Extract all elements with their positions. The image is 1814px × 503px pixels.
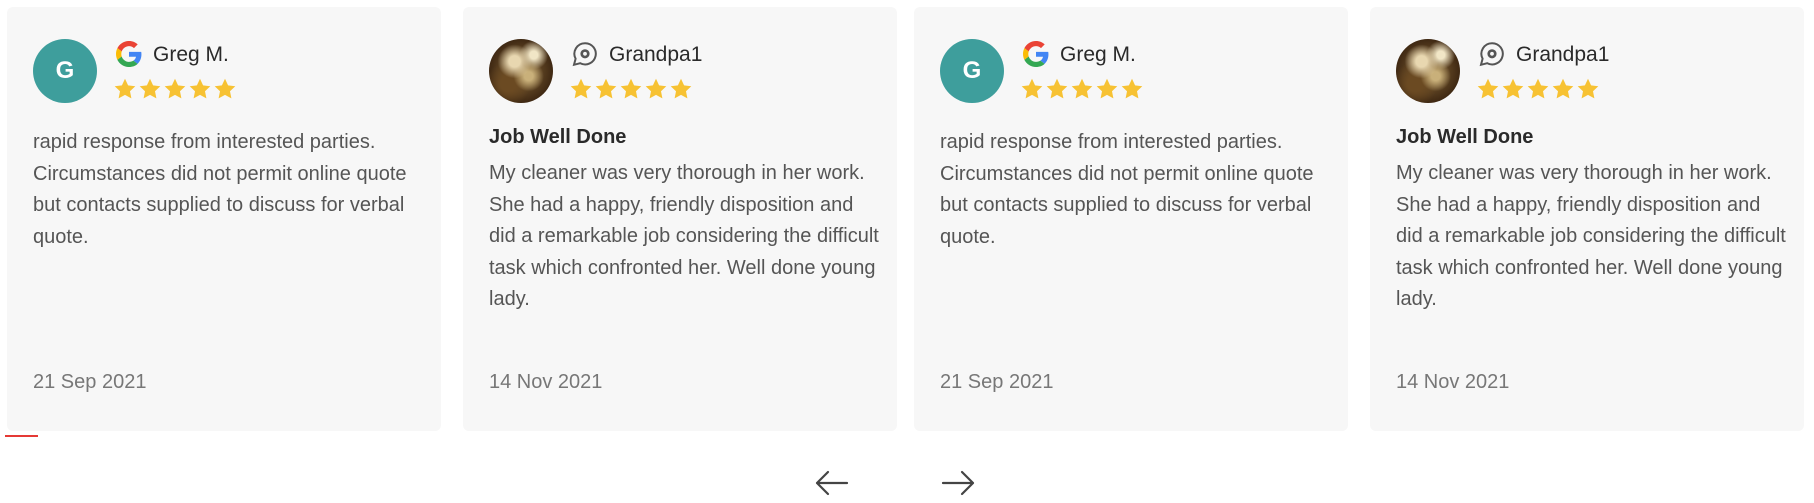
chat-bubble-icon bbox=[1479, 41, 1505, 67]
star-rating bbox=[1476, 77, 1600, 103]
review-title: Job Well Done bbox=[489, 126, 627, 148]
review-text: rapid response from interested parties. … bbox=[33, 131, 407, 248]
review-text: rapid response from interested parties. … bbox=[940, 131, 1314, 248]
star-rating bbox=[113, 77, 237, 103]
google-icon bbox=[116, 41, 142, 67]
star-icon bbox=[1501, 77, 1525, 101]
star-icon bbox=[1045, 77, 1069, 101]
chat-bubble-icon bbox=[572, 41, 598, 67]
review-text: My cleaner was very thorough in her work… bbox=[489, 162, 879, 311]
star-icon bbox=[1070, 77, 1094, 101]
reviewer-name: Grandpa1 bbox=[609, 43, 703, 66]
review-date: 14 Nov 2021 bbox=[489, 371, 603, 393]
review-date: 21 Sep 2021 bbox=[33, 371, 147, 393]
star-icon bbox=[644, 77, 668, 101]
arrow-right-icon bbox=[941, 470, 975, 496]
star-icon bbox=[1476, 77, 1500, 101]
review-card: Grandpa1 Job Well Done My cleaner was ve… bbox=[463, 7, 897, 431]
star-icon bbox=[1576, 77, 1600, 101]
previous-button[interactable] bbox=[810, 466, 852, 500]
review-date: 21 Sep 2021 bbox=[940, 371, 1054, 393]
carousel-progress-indicator bbox=[5, 435, 38, 437]
star-icon bbox=[1551, 77, 1575, 101]
review-text: My cleaner was very thorough in her work… bbox=[1396, 162, 1786, 311]
reviewer-name: Greg M. bbox=[1060, 43, 1136, 66]
star-rating bbox=[569, 77, 693, 103]
arrow-left-icon bbox=[815, 470, 849, 496]
star-icon bbox=[138, 77, 162, 101]
avatar: G bbox=[940, 39, 1004, 103]
star-icon bbox=[1120, 77, 1144, 101]
star-icon bbox=[594, 77, 618, 101]
review-card: G Greg M. rapid response from interested… bbox=[914, 7, 1348, 431]
star-icon bbox=[113, 77, 137, 101]
star-icon bbox=[1020, 77, 1044, 101]
review-card: G Greg M. rapid response from interested… bbox=[7, 7, 441, 431]
star-icon bbox=[669, 77, 693, 101]
reviewer-name: Greg M. bbox=[153, 43, 229, 66]
reviews-carousel[interactable]: G Greg M. rapid response from interested… bbox=[0, 0, 1814, 503]
star-icon bbox=[569, 77, 593, 101]
review-title: Job Well Done bbox=[1396, 126, 1534, 148]
star-icon bbox=[188, 77, 212, 101]
star-rating bbox=[1020, 77, 1144, 103]
star-icon bbox=[1526, 77, 1550, 101]
avatar bbox=[489, 39, 553, 103]
avatar bbox=[1396, 39, 1460, 103]
star-icon bbox=[1095, 77, 1119, 101]
google-icon bbox=[1023, 41, 1049, 67]
review-card: Grandpa1 Job Well Done My cleaner was ve… bbox=[1370, 7, 1804, 431]
star-icon bbox=[619, 77, 643, 101]
next-button[interactable] bbox=[938, 466, 980, 500]
avatar: G bbox=[33, 39, 97, 103]
star-icon bbox=[163, 77, 187, 101]
carousel-track: G Greg M. rapid response from interested… bbox=[0, 7, 1814, 431]
review-date: 14 Nov 2021 bbox=[1396, 371, 1510, 393]
reviewer-name: Grandpa1 bbox=[1516, 43, 1610, 66]
star-icon bbox=[213, 77, 237, 101]
